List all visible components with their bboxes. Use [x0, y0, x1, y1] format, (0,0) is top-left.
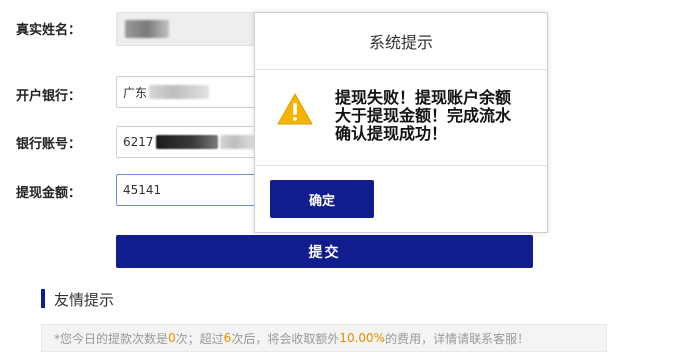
real-name-label: 真实姓名：	[16, 23, 82, 38]
notice-fee-percent: 10.00%	[339, 331, 386, 345]
bank-name-value: 广东	[123, 85, 148, 100]
redacted-name	[125, 20, 169, 38]
account-number-label: 银行账号：	[16, 137, 82, 152]
warning-icon	[277, 93, 313, 125]
notice-prefix: *您今日的提款次数是	[54, 331, 169, 346]
withdraw-amount-label: 提现金额：	[16, 186, 82, 201]
redacted-bank	[149, 85, 210, 99]
account-number-value: 6217	[123, 135, 154, 149]
notice-mid1: 次；超过	[175, 331, 224, 346]
notice-mid2: 次后，将会收取额外	[231, 331, 340, 346]
confirm-button[interactable]: 确定	[270, 180, 374, 218]
system-alert-dialog: 系统提示 提现失败！提现账户余额大于提现金额！完成流水确认提现成功！ 确定	[254, 12, 548, 233]
dialog-divider	[255, 165, 547, 166]
notice-count-limit: 6	[223, 331, 232, 345]
bank-name-label: 开户银行：	[16, 89, 82, 104]
redacted-account-dark	[155, 135, 218, 149]
tips-accent-bar	[41, 289, 45, 308]
notice-count-today: 0	[168, 331, 176, 345]
tips-title: 友情提示	[54, 291, 115, 309]
withdraw-amount-value: 45141	[123, 183, 162, 197]
dialog-message: 提现失败！提现账户余额大于提现金额！完成流水确认提现成功！	[335, 88, 512, 143]
notice-suffix: 的费用，详情请联系客服！	[385, 331, 530, 346]
redacted-account-light	[219, 135, 256, 149]
dialog-title: 系统提示	[255, 13, 547, 70]
submit-button[interactable]: 提交	[116, 235, 533, 268]
